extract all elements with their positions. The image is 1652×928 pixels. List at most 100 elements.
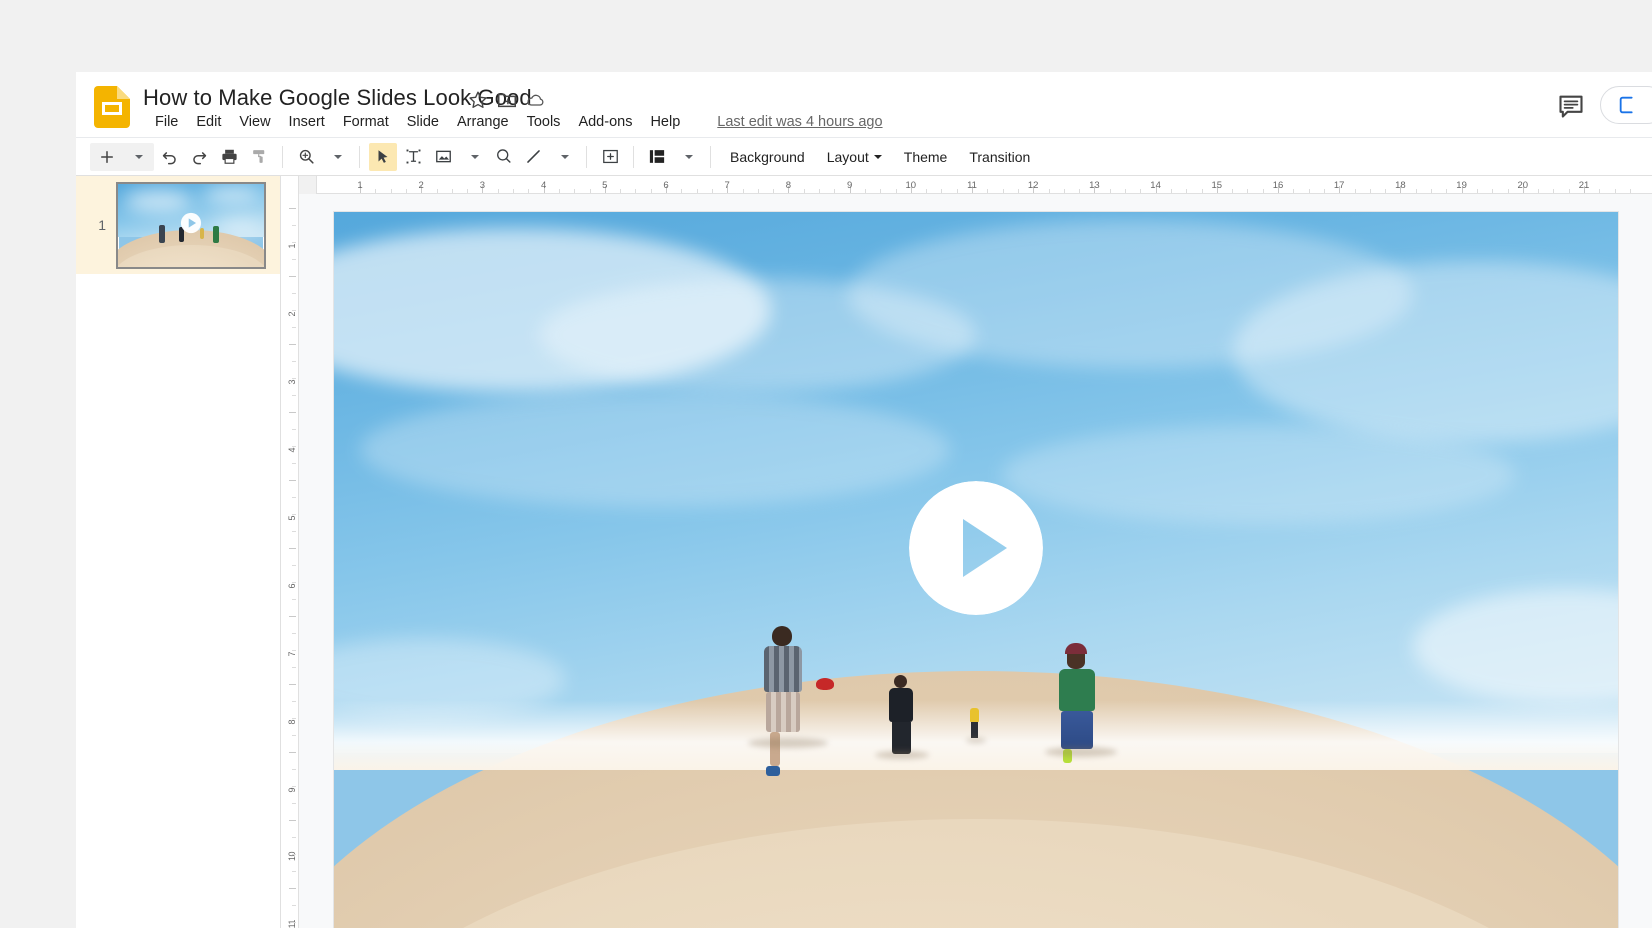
thumb-play-icon <box>180 212 202 234</box>
title-bar: How to Make Google Slides Look Good File… <box>76 72 1652 138</box>
hruler-minor-tick <box>819 189 820 193</box>
menu-item-help[interactable]: Help <box>641 111 689 133</box>
insert-layout-dropdown[interactable] <box>673 143 701 171</box>
menu-item-format[interactable]: Format <box>334 111 398 133</box>
play-video-button[interactable] <box>909 481 1043 616</box>
hruler-minor-tick <box>436 189 438 193</box>
vruler-tick-3: 3 <box>287 380 297 385</box>
star-icon[interactable] <box>467 89 489 111</box>
vruler-major-tick <box>289 276 296 277</box>
text-box-button[interactable] <box>399 143 427 171</box>
layout-button[interactable]: Layout <box>816 145 893 169</box>
hruler-number-4: 4 <box>540 180 547 191</box>
hruler-minor-tick <box>1492 189 1494 193</box>
toolbar-separator <box>633 145 634 168</box>
last-edit-link[interactable]: Last edit was 4 hours ago <box>717 114 882 130</box>
vruler-minor-tick <box>292 650 296 651</box>
hruler-minor-tick <box>834 189 836 193</box>
vruler-minor-tick <box>292 463 296 464</box>
hruler-number-20: 20 <box>1517 180 1529 191</box>
hruler-minor-tick <box>1369 189 1371 193</box>
present-icon <box>1619 96 1633 114</box>
move-to-folder-icon[interactable] <box>496 89 518 111</box>
hruler-minor-tick <box>451 189 453 193</box>
present-button[interactable] <box>1600 86 1652 124</box>
person-center <box>874 675 929 760</box>
hruler-minor-tick <box>620 189 622 193</box>
toolbar-separator <box>282 145 283 168</box>
ruler-corner <box>299 176 317 194</box>
theme-button[interactable]: Theme <box>893 145 959 169</box>
vruler-major-tick <box>289 888 296 889</box>
hruler-minor-tick <box>803 189 805 193</box>
slide-editing-surface[interactable] <box>334 212 1618 928</box>
filmstrip-slide-1[interactable]: 1 <box>76 176 280 274</box>
hruler-minor-tick <box>773 189 775 193</box>
insert-layout-button[interactable] <box>643 143 671 171</box>
comment-history-icon[interactable] <box>1556 92 1586 120</box>
slide-canvas-area[interactable]: 1 2 3 4 5 6 7 8 9 10 11 12 13 14 15 16 17 18 19 20 21 <box>299 176 1652 928</box>
shape-button[interactable] <box>489 143 517 171</box>
transition-button[interactable]: Transition <box>958 145 1041 169</box>
horizontal-ruler[interactable]: 1 2 3 4 5 6 7 8 9 10 11 12 13 14 15 16 17 18 19 20 21 <box>299 176 1652 194</box>
hruler-minor-tick <box>681 189 683 193</box>
menu-item-slide[interactable]: Slide <box>398 111 448 133</box>
hruler-minor-tick <box>880 189 882 193</box>
vruler-minor-tick <box>292 429 296 430</box>
hruler-minor-tick <box>574 189 576 193</box>
vruler-minor-tick <box>292 361 296 362</box>
vruler-minor-tick <box>292 735 296 736</box>
background-button[interactable]: Background <box>719 145 816 169</box>
hruler-minor-tick <box>1048 189 1050 193</box>
hruler-minor-tick <box>650 189 652 193</box>
print-button[interactable] <box>215 143 243 171</box>
hruler-number-7: 7 <box>724 180 730 191</box>
hruler-minor-tick <box>696 189 698 193</box>
new-slide-dropdown[interactable] <box>123 143 151 171</box>
paint-format-button[interactable] <box>245 143 273 171</box>
cloud-saved-icon[interactable] <box>525 89 547 111</box>
new-slide-button[interactable] <box>93 143 121 171</box>
slide-thumbnail[interactable] <box>116 181 266 269</box>
menu-item-add-ons[interactable]: Add-ons <box>569 111 641 133</box>
hruler-number-19: 19 <box>1456 180 1467 191</box>
hruler-minor-tick <box>1323 189 1325 193</box>
menu-item-insert[interactable]: Insert <box>280 111 334 133</box>
menu-item-view[interactable]: View <box>230 111 279 133</box>
menu-item-tools[interactable]: Tools <box>518 111 570 133</box>
hruler-minor-tick <box>497 189 499 193</box>
zoom-dropdown[interactable] <box>322 143 350 171</box>
hruler-number-2: 2 <box>418 180 424 191</box>
vertical-ruler[interactable]: 1 2 3 4 5 6 7 8 9 10 11 <box>281 176 299 928</box>
menu-item-arrange[interactable]: Arrange <box>448 111 518 133</box>
chevron-down-icon <box>873 154 882 159</box>
vruler-minor-tick <box>292 599 296 600</box>
insert-image-dropdown[interactable] <box>459 143 487 171</box>
hruler-minor-tick <box>1109 189 1111 193</box>
undo-button[interactable] <box>155 143 183 171</box>
hruler-number-12: 12 <box>1027 180 1039 191</box>
vruler-minor-tick <box>292 701 296 702</box>
line-button[interactable] <box>519 143 547 171</box>
hruler-minor-tick <box>1232 189 1234 193</box>
hruler-minor-tick <box>1293 189 1295 193</box>
hruler-minor-tick <box>1553 189 1555 193</box>
redo-button[interactable] <box>185 143 213 171</box>
menu-item-file[interactable]: File <box>146 111 187 133</box>
zoom-button[interactable] <box>292 143 320 171</box>
select-tool-button[interactable] <box>369 142 397 171</box>
line-dropdown[interactable] <box>549 143 577 171</box>
hruler-minor-tick <box>1476 189 1478 193</box>
hruler-minor-tick <box>956 189 958 193</box>
hruler-minor-tick <box>1125 189 1126 193</box>
vruler-major-tick <box>289 480 296 481</box>
menu-item-edit[interactable]: Edit <box>187 111 230 133</box>
hruler-number-9: 9 <box>846 180 853 191</box>
slide-filmstrip[interactable]: 1 <box>76 176 281 928</box>
hruler-minor-tick <box>1247 189 1249 193</box>
toolbar-separator <box>586 145 587 168</box>
insert-image-button[interactable] <box>429 143 457 171</box>
insert-comment-button[interactable] <box>596 143 624 171</box>
hruler-minor-tick <box>742 189 744 193</box>
hruler-number-5: 5 <box>602 180 608 191</box>
